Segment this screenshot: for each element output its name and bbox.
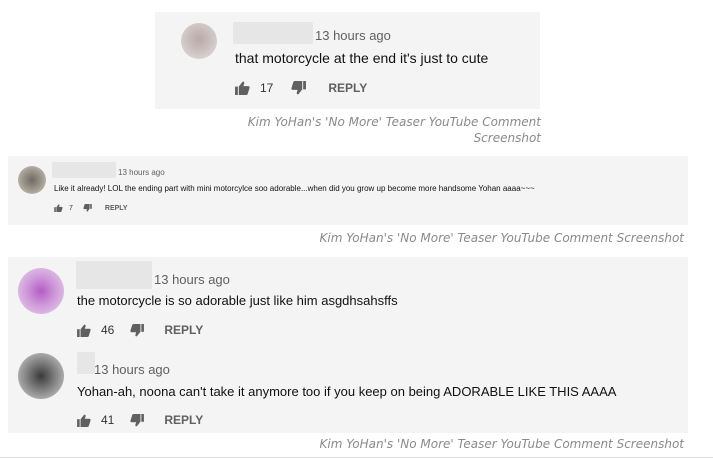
avatar[interactable] (18, 268, 64, 314)
thumbs-down-icon[interactable] (130, 323, 145, 337)
username-redacted (52, 162, 116, 178)
caption-line: Screenshot (473, 131, 541, 145)
caption-2: Kim YoHan's 'No More' Teaser YouTube Com… (319, 231, 684, 245)
thumbs-down-icon[interactable] (291, 81, 307, 95)
comment-text: Like it already! LOL the ending part wit… (54, 184, 535, 193)
caption-line: Kim YoHan's 'No More' Teaser YouTube Com… (247, 115, 541, 129)
comment-timestamp[interactable]: 13 hours ago (118, 168, 165, 177)
avatar[interactable] (181, 23, 217, 59)
thumbs-down-icon[interactable] (130, 413, 145, 427)
comment-text: Yohan-ah, noona can't take it anymore to… (77, 384, 617, 399)
avatar[interactable] (18, 166, 46, 194)
thumbs-up-icon[interactable] (235, 81, 250, 95)
reply-button[interactable]: REPLY (105, 205, 128, 212)
username-redacted (77, 352, 95, 374)
caption-3: Kim YoHan's 'No More' Teaser YouTube Com… (319, 437, 684, 451)
comment-actions: 46 REPLY (77, 323, 203, 337)
comment-timestamp[interactable]: 13 hours ago (154, 272, 230, 287)
like-count: 46 (101, 323, 115, 337)
comment-actions: 41 REPLY (77, 413, 203, 427)
thumbs-up-icon[interactable] (77, 414, 91, 427)
thumbs-down-icon[interactable] (83, 204, 92, 212)
comment-screenshot-1: 13 hours ago that motorcycle at the end … (155, 12, 540, 109)
thumbs-up-icon[interactable] (77, 324, 91, 337)
like-count: 7 (69, 204, 73, 212)
comment-actions: 7 REPLY (54, 204, 128, 212)
username-redacted (76, 261, 152, 289)
reply-button[interactable]: REPLY (328, 81, 367, 95)
like-count: 41 (101, 413, 115, 427)
like-count: 17 (260, 81, 274, 95)
comment-screenshot-3: 13 hours ago the motorcycle is so adorab… (8, 257, 688, 433)
caption-1: Kim YoHan's 'No More' Teaser YouTube Com… (155, 114, 541, 146)
reply-button[interactable]: REPLY (164, 323, 203, 337)
comment-actions: 17 REPLY (235, 81, 367, 95)
comment-screenshot-2: 13 hours ago Like it already! LOL the en… (8, 156, 688, 225)
comment-timestamp[interactable]: 13 hours ago (94, 362, 170, 377)
thumbs-up-icon[interactable] (54, 204, 63, 212)
avatar[interactable] (18, 353, 64, 399)
comment-text: the motorcycle is so adorable just like … (77, 293, 398, 308)
comment-text: that motorcycle at the end it's just to … (235, 50, 489, 66)
username-redacted (233, 22, 313, 44)
reply-button[interactable]: REPLY (164, 413, 203, 427)
comment-timestamp[interactable]: 13 hours ago (315, 28, 391, 43)
